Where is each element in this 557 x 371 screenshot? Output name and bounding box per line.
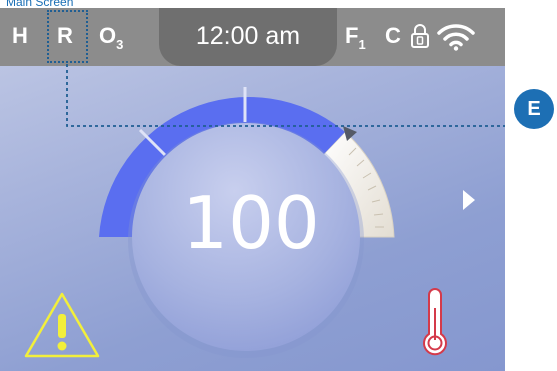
temperature-setpoint: 100 [182,181,320,265]
arrow-right-icon[interactable] [462,189,476,211]
callout-badge: E [514,89,554,129]
ready-mode-highlight-box [47,10,88,63]
warning-icon[interactable] [22,290,102,360]
spa-control-screen: H R O3 12:00 am F1 C 100 [0,8,505,371]
thermometer-icon[interactable] [420,286,450,358]
